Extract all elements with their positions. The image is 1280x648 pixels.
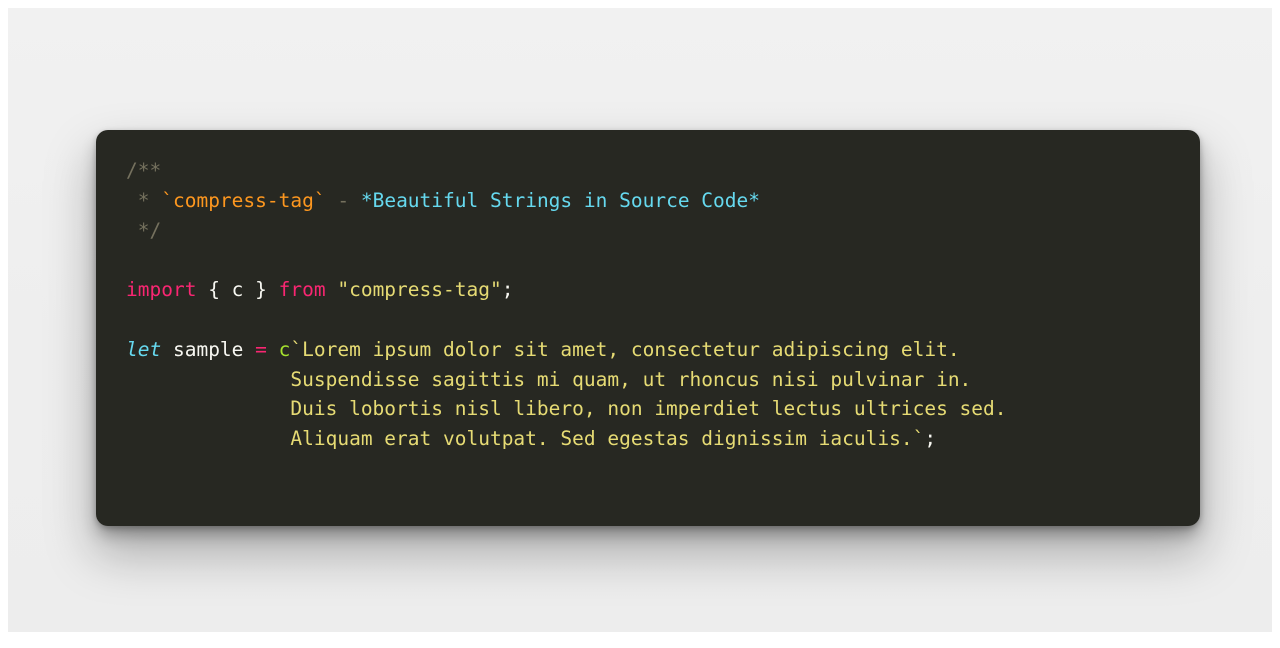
inline-code-token: `compress-tag` xyxy=(161,188,326,212)
comment-open-token: /** xyxy=(126,159,162,182)
module-string-token: "compress-tag" xyxy=(325,278,502,302)
assignment-operator-token: = xyxy=(255,337,267,361)
let-keyword-token: let xyxy=(126,337,162,361)
template-string-line-4: Aliquam erat volutpat. Sed egestas digni… xyxy=(290,427,913,451)
variable-name-token: sample xyxy=(161,337,256,361)
stage: /** * `compress-tag` - *Beautiful String… xyxy=(8,8,1280,648)
code-line-7: let sample = c`Lorem ipsum dolor sit ame… xyxy=(126,335,1007,365)
code-line-1: /** xyxy=(126,156,1007,186)
code-block[interactable]: /** * `compress-tag` - *Beautiful String… xyxy=(126,156,1007,454)
from-keyword-token: from xyxy=(278,278,326,302)
page-frame: /** * `compress-tag` - *Beautiful String… xyxy=(0,0,1280,640)
code-line-3: */ xyxy=(126,216,1007,246)
template-string-line-3: Duis lobortis nisl libero, non imperdiet… xyxy=(290,397,1007,421)
code-line-9: Duis lobortis nisl libero, non imperdiet… xyxy=(126,394,1007,424)
template-string-line-1: Lorem ipsum dolor sit amet, consectetur … xyxy=(302,337,960,361)
comment-star-token: * xyxy=(126,188,162,212)
indent-token xyxy=(126,427,290,450)
code-snippet-card: /** * `compress-tag` - *Beautiful String… xyxy=(96,130,1200,526)
indent-token xyxy=(126,368,290,391)
code-line-10: Aliquam erat volutpat. Sed egestas digni… xyxy=(126,424,1007,454)
import-keyword-token: import xyxy=(126,278,197,302)
comment-close-token: */ xyxy=(126,218,162,242)
backtick-open-token: ` xyxy=(290,337,303,361)
import-braces-token: { c } xyxy=(196,278,279,302)
code-line-4-blank xyxy=(126,245,1007,275)
template-string-line-2: Suspendisse sagittis mi quam, ut rhoncus… xyxy=(290,367,972,391)
indent-token xyxy=(126,397,290,420)
tag-function-token: c xyxy=(266,337,291,361)
code-line-8: Suspendisse sagittis mi quam, ut rhoncus… xyxy=(126,365,1007,395)
code-line-5: import { c } from "compress-tag"; xyxy=(126,275,1007,305)
emphasis-token: *Beautiful Strings in Source Code* xyxy=(360,188,761,212)
code-line-6-blank xyxy=(126,305,1007,335)
import-semicolon-token: ; xyxy=(501,278,514,302)
code-line-2: * `compress-tag` - *Beautiful Strings in… xyxy=(126,186,1007,216)
backtick-close-token: ` xyxy=(912,427,925,451)
statement-semicolon-token: ; xyxy=(924,427,937,451)
comment-dash-token: - xyxy=(325,188,361,212)
